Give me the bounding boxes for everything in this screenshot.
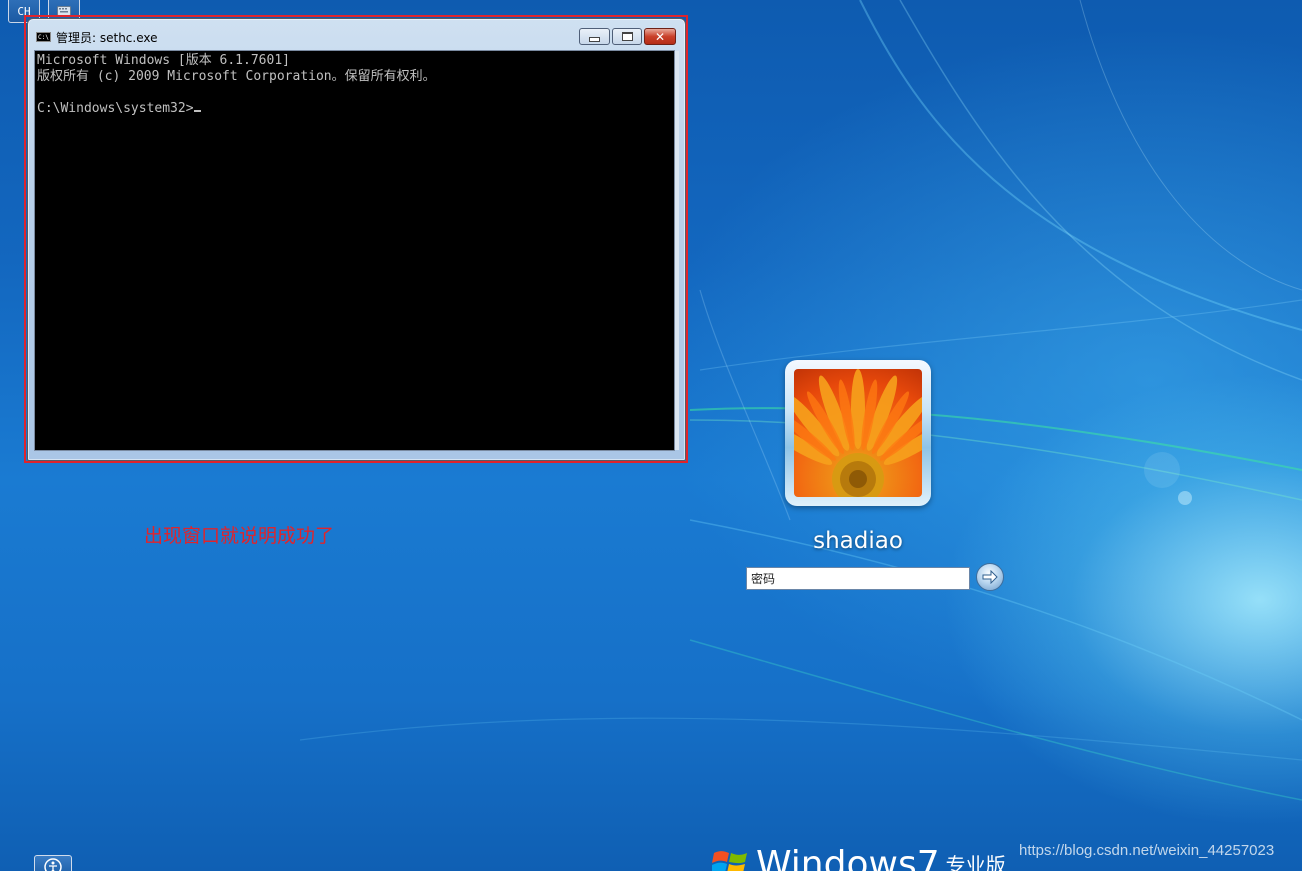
ease-of-access-button[interactable] <box>34 855 72 871</box>
console-scrollbar[interactable] <box>675 51 679 450</box>
maximize-icon <box>621 32 633 41</box>
console-line: 版权所有 (c) 2009 Microsoft Corporation。保留所有… <box>37 69 436 84</box>
window-title-bar[interactable]: C:\ 管理员: sethc.exe ✕ <box>28 19 685 49</box>
window-title: 管理员: sethc.exe <box>56 31 158 45</box>
arrow-right-icon <box>982 570 998 584</box>
text-cursor <box>193 110 201 112</box>
login-submit-button[interactable] <box>976 563 1004 591</box>
windows-logo: Windows7 专业版 <box>712 845 1006 871</box>
avatar-frame <box>785 360 931 506</box>
login-screen-background: CH C:\ 管理员: sethc.exe ✕ Microsoft Window… <box>0 0 1302 871</box>
windows-version: 7 <box>916 844 940 871</box>
close-button[interactable]: ✕ <box>644 28 676 45</box>
console-window[interactable]: C:\ 管理员: sethc.exe ✕ Microsoft Windows [… <box>27 18 686 461</box>
flower-image <box>794 369 922 497</box>
windows-edition: 专业版 <box>945 853 1006 871</box>
console-icon: C:\ <box>36 32 51 42</box>
console-line: Microsoft Windows [版本 6.1.7601] <box>37 53 290 68</box>
language-label: CH <box>17 4 31 18</box>
avatar <box>794 369 922 497</box>
windows-wordmark: Windows7 <box>756 845 940 871</box>
minimize-button[interactable] <box>579 28 610 45</box>
username-label: shadiao <box>813 528 903 554</box>
ease-of-access-icon <box>44 858 62 871</box>
windows-flag-icon <box>712 851 747 871</box>
password-field[interactable] <box>746 567 970 590</box>
maximize-button[interactable] <box>612 28 642 45</box>
console-prompt-line: C:\Windows\system32> <box>37 101 201 117</box>
keyboard-icon <box>57 6 71 16</box>
close-icon: ✕ <box>654 29 666 44</box>
console-prompt: C:\Windows\system32> <box>37 101 194 116</box>
windows-label: Windows <box>756 844 917 871</box>
watermark: https://blog.csdn.net/weixin_44257023 <box>1019 842 1275 859</box>
console-output[interactable]: Microsoft Windows [版本 6.1.7601] 版权所有 (c)… <box>34 50 679 451</box>
minimize-icon <box>589 36 600 42</box>
annotation-text: 出现窗口就说明成功了 <box>144 525 335 547</box>
